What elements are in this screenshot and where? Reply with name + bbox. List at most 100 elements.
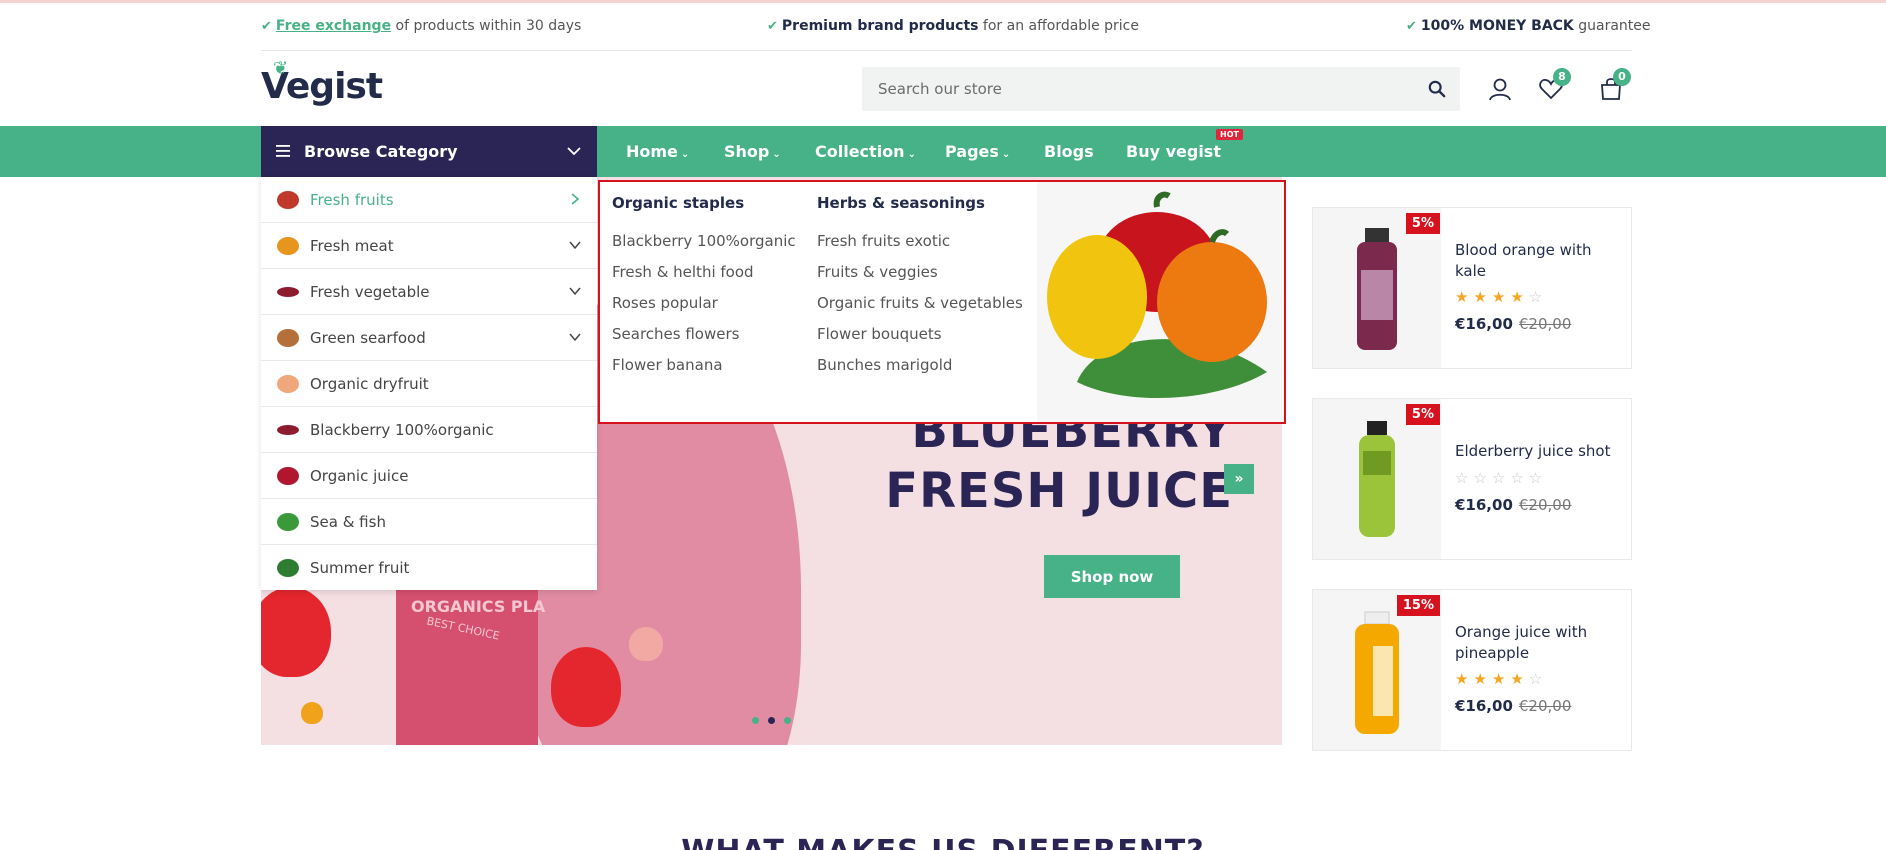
category-item[interactable]: Sea & fish <box>261 499 597 545</box>
check-icon: ✔ <box>261 19 272 34</box>
category-item[interactable]: Organic juice <box>261 453 597 499</box>
product-image[interactable]: 5% <box>1313 399 1441 559</box>
category-label: Summer fruit <box>310 559 410 577</box>
check-icon: ✔ <box>1406 19 1417 34</box>
info-bar: ✔ Free exchange of products within 30 day… <box>261 4 1651 51</box>
product-card[interactable]: 15% Orange juice with pineapple ★★★★☆ €1… <box>1312 589 1632 751</box>
nav-home[interactable]: Home ⌄ <box>626 142 689 161</box>
category-label: Fresh vegetable <box>310 283 430 301</box>
wishlist-count-badge: 8 <box>1553 68 1571 86</box>
cart-button[interactable]: 0 <box>1598 68 1631 102</box>
mega-link[interactable]: Flower bouquets <box>817 325 1023 356</box>
mega-link[interactable]: Blackberry 100%organic <box>612 232 796 263</box>
star-rating: ★★★★☆ <box>1455 670 1548 688</box>
info-text: guarantee <box>1573 18 1651 34</box>
nav-blogs[interactable]: Blogs <box>1044 142 1094 161</box>
info-item-money-back: ✔ 100% MONEY BACK guarantee <box>1406 18 1651 34</box>
category-item[interactable]: Blackberry 100%organic <box>261 407 597 453</box>
category-item[interactable]: Organic dryfruit <box>261 361 597 407</box>
category-item[interactable]: Green searfood <box>261 315 597 361</box>
cherry-icon <box>277 467 299 485</box>
mega-link[interactable]: Bunches marigold <box>817 356 1023 387</box>
category-item[interactable]: Fresh vegetable <box>261 269 597 315</box>
product-image[interactable]: 15% <box>1313 590 1441 750</box>
info-item-exchange: ✔ Free exchange of products within 30 day… <box>261 18 581 34</box>
mega-link[interactable]: Organic fruits & vegetables <box>817 294 1023 325</box>
nav-shop[interactable]: Shop ⌄ <box>724 142 781 161</box>
category-label: Blackberry 100%organic <box>310 421 494 439</box>
category-item[interactable]: Fresh meat <box>261 223 597 269</box>
chevron-down-icon: ⌄ <box>680 149 690 160</box>
category-label: Fresh fruits <box>310 191 394 209</box>
old-price: €20,00 <box>1518 496 1572 514</box>
nav-pages[interactable]: Pages ⌄ <box>945 142 1010 161</box>
nav-label: Buy vegist <box>1126 142 1221 161</box>
cart-count-badge: 0 <box>1613 68 1631 86</box>
hamburger-icon <box>276 145 290 157</box>
mega-menu-panel: Organic staples Blackberry 100%organic F… <box>598 180 1286 424</box>
strawberry-image <box>551 647 621 727</box>
current-price: €16,00 <box>1455 697 1513 715</box>
wishlist-button[interactable]: 8 <box>1538 68 1571 102</box>
bell-peppers-image[interactable] <box>1037 182 1284 422</box>
mega-link[interactable]: Roses popular <box>612 294 796 325</box>
chevron-down-icon: ⌄ <box>1001 149 1011 160</box>
category-list: Fresh fruits Fresh meat Fresh vegetable … <box>261 177 597 590</box>
info-text: of products within 30 days <box>391 18 582 34</box>
product-name[interactable]: Elderberry juice shot <box>1455 441 1625 462</box>
search-icon[interactable] <box>1428 80 1446 98</box>
mega-column-herbs: Herbs & seasonings Fresh fruits exotic F… <box>817 194 1023 387</box>
slider-next-icon[interactable]: » <box>1224 464 1254 494</box>
category-label: Sea & fish <box>310 513 386 531</box>
broccoli-icon <box>277 559 299 577</box>
category-item[interactable]: Summer fruit <box>261 545 597 591</box>
slider-dot-3[interactable] <box>784 717 791 724</box>
category-label: Fresh meat <box>310 237 394 255</box>
product-card[interactable]: 5% Elderberry juice shot ☆☆☆☆☆ €16,00 €20… <box>1312 398 1632 560</box>
discount-badge: 5% <box>1405 404 1440 425</box>
category-label: Organic juice <box>310 467 409 485</box>
free-exchange-link[interactable]: Free exchange <box>276 18 391 34</box>
chevron-right-icon <box>571 193 580 205</box>
shop-now-button[interactable]: Shop now <box>1044 555 1180 598</box>
mega-link[interactable]: Fresh & helthi food <box>612 263 796 294</box>
nav-collection[interactable]: Collection ⌄ <box>815 142 916 161</box>
info-item-premium: ✔ Premium brand products for an affordabl… <box>767 18 1139 34</box>
decor-circle <box>629 627 663 661</box>
category-item[interactable]: Fresh fruits <box>261 177 597 223</box>
nav-buy-vegist[interactable]: Buy vegist <box>1126 142 1221 161</box>
mega-link[interactable]: Searches flowers <box>612 325 796 356</box>
mega-link[interactable]: Fresh fruits exotic <box>817 232 1023 263</box>
product-image[interactable]: 5% <box>1313 208 1441 368</box>
user-icon[interactable] <box>1487 76 1513 102</box>
logo[interactable]: Vegist ❦ <box>261 58 383 107</box>
peach-icon <box>277 375 299 393</box>
hero-title-line2: FRESH JUICE <box>885 463 1233 519</box>
slider-dot-1[interactable] <box>752 717 759 724</box>
search-input[interactable] <box>862 67 1402 111</box>
bottle-brand-text: ORGANICS PLA <box>411 597 546 616</box>
mega-link[interactable]: Flower banana <box>612 356 796 387</box>
nav-label: Collection <box>815 142 905 161</box>
berry-icon <box>277 287 299 297</box>
star-rating: ★★★★☆ <box>1455 288 1548 306</box>
slider-dot-2[interactable] <box>768 717 775 724</box>
product-price: €16,00 €20,00 <box>1455 315 1571 333</box>
browse-category-button[interactable]: Browse Category <box>261 126 597 177</box>
strawberry-image <box>261 587 331 677</box>
chevron-down-icon <box>569 333 581 342</box>
product-name[interactable]: Blood orange with kale <box>1455 240 1625 282</box>
nav-label: Shop <box>724 142 770 161</box>
peppers-illustration <box>1047 191 1267 399</box>
category-label: Green searfood <box>310 329 426 347</box>
discount-badge: 15% <box>1396 595 1440 616</box>
fruit-icon <box>277 237 299 255</box>
product-price: €16,00 €20,00 <box>1455 496 1571 514</box>
berry-icon <box>277 425 299 435</box>
product-name[interactable]: Orange juice with pineapple <box>1455 622 1625 664</box>
discount-badge: 5% <box>1405 213 1440 234</box>
check-icon: ✔ <box>767 19 778 34</box>
mega-link[interactable]: Fruits & veggies <box>817 263 1023 294</box>
current-price: €16,00 <box>1455 315 1513 333</box>
product-card[interactable]: 5% Blood orange with kale ★★★★☆ €16,00 €2… <box>1312 207 1632 369</box>
